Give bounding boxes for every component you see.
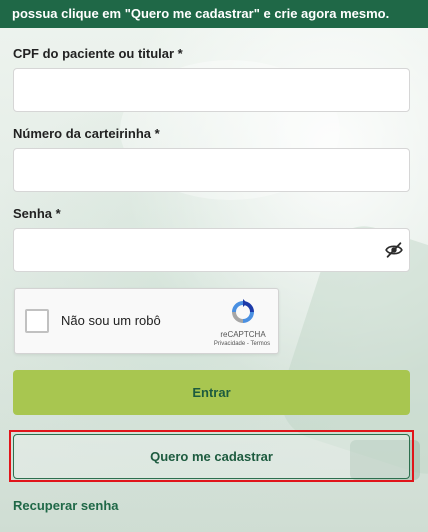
senha-label: Senha * [13,206,61,221]
recaptcha-checkbox[interactable] [25,309,49,333]
recaptcha-brand: reCAPTCHA [220,330,266,339]
password-input[interactable] [13,228,410,272]
register-button[interactable]: Quero me cadastrar [13,434,410,479]
eye-slash-icon[interactable] [385,241,403,259]
carteirinha-label: Número da carteirinha * [13,126,160,141]
entrar-button[interactable]: Entrar [13,370,410,415]
recaptcha-logo-icon [229,298,257,326]
recover-password-link[interactable]: Recuperar senha [13,498,119,513]
recaptcha-links[interactable]: Privacidade - Termos [199,341,285,347]
recaptcha-label: Não sou um robô [61,313,161,328]
recaptcha-widget: Não sou um robô reCAPTCHA Privacidade - … [14,288,279,354]
info-banner: possua clique em "Quero me cadastrar" e … [0,0,428,28]
cpf-input[interactable] [13,68,410,112]
cpf-label: CPF do paciente ou titular * [13,46,183,61]
carteirinha-input[interactable] [13,148,410,192]
